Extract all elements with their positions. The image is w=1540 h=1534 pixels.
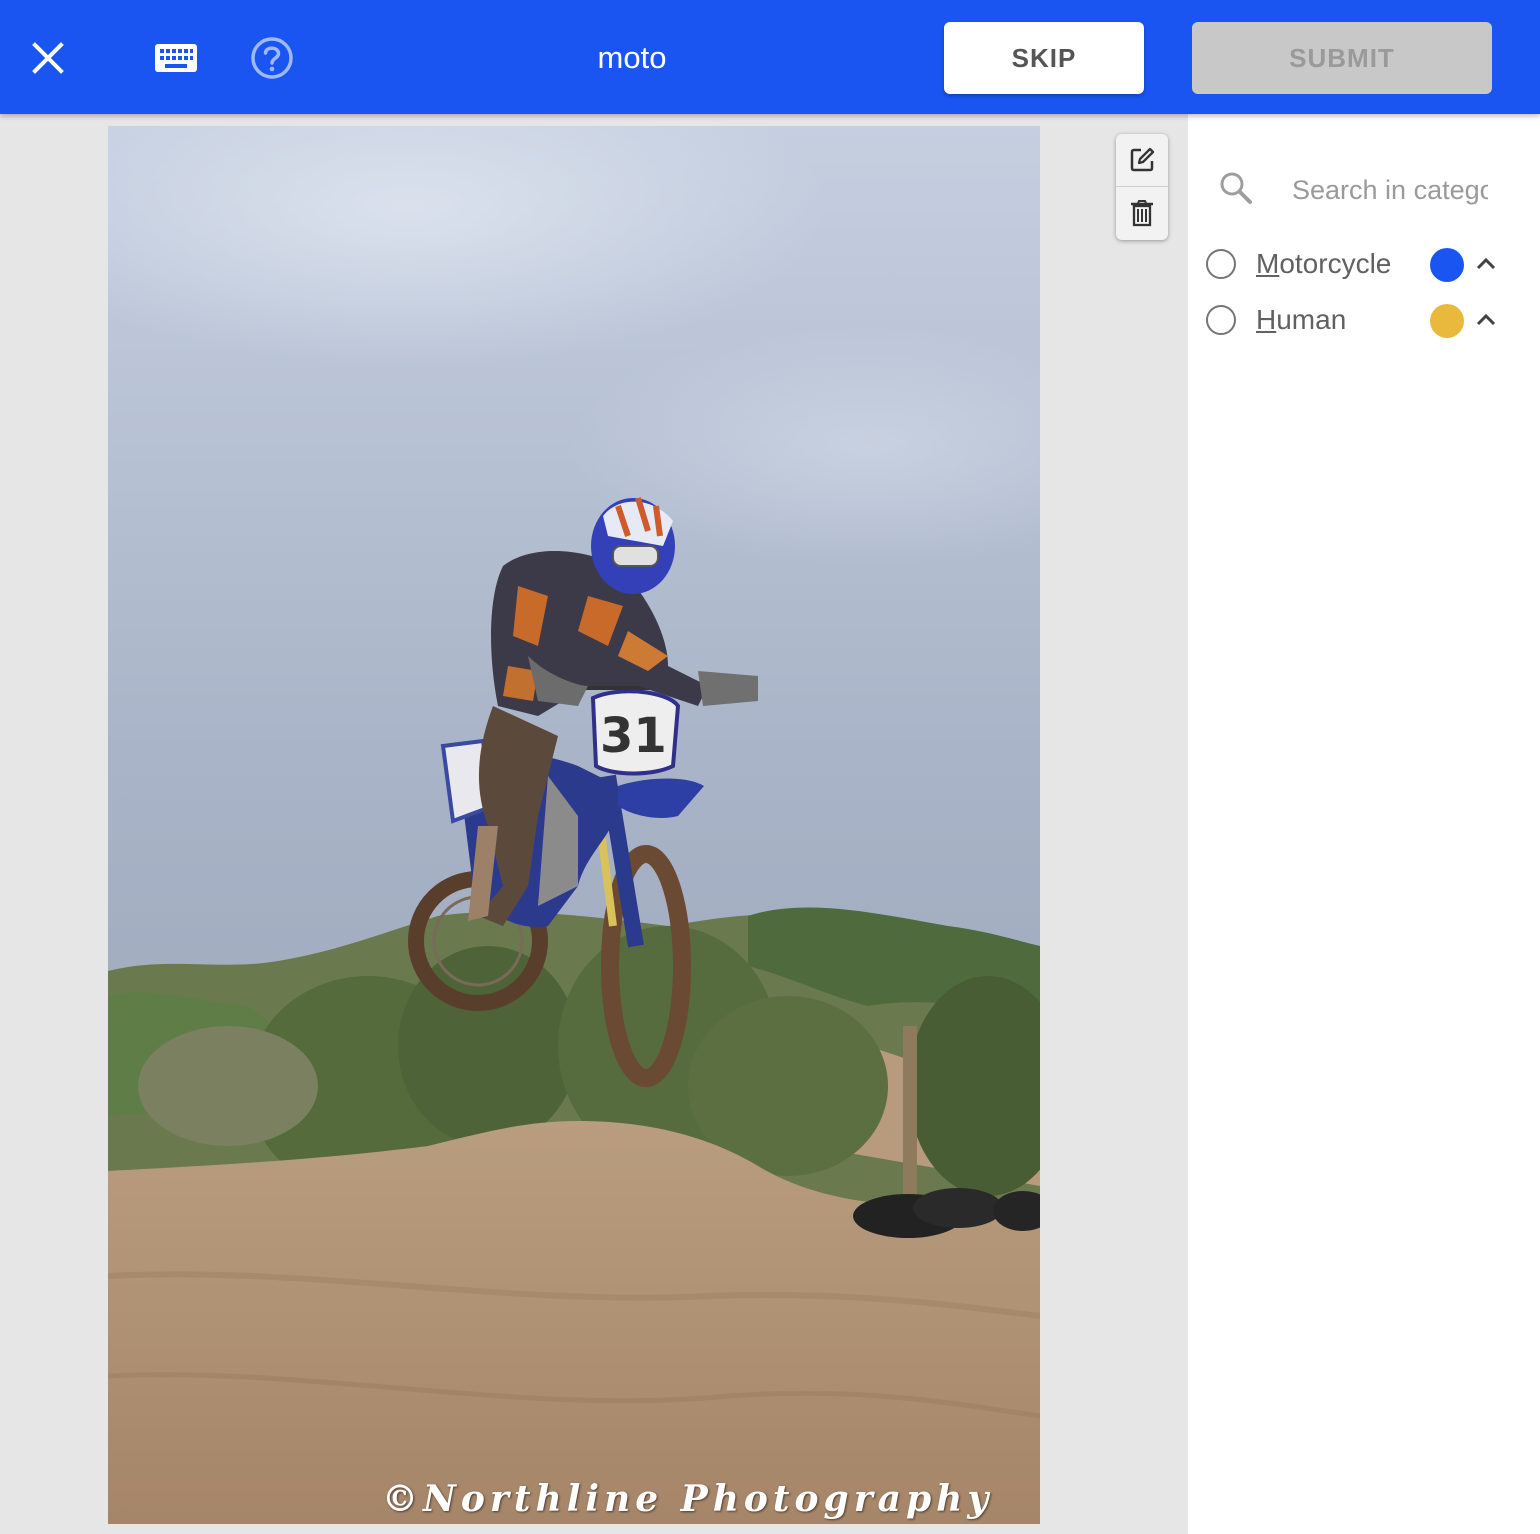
submit-button[interactable]: SUBMIT <box>1192 22 1492 94</box>
photo-watermark: ©Northline Photography <box>382 1478 994 1520</box>
keyboard-shortcuts-button[interactable] <box>150 36 202 80</box>
edit-icon <box>1130 147 1155 172</box>
annotation-tools <box>1116 134 1168 240</box>
chevron-up-icon[interactable] <box>1472 306 1500 334</box>
motocross-photo[interactable]: 31 ©Northline Photography <box>108 126 1040 1524</box>
search-icon <box>1220 172 1252 204</box>
trash-icon <box>1131 200 1153 227</box>
category-color-dot <box>1430 304 1464 338</box>
edit-button[interactable] <box>1116 134 1168 187</box>
top-bar: moto SKIP SUBMIT <box>0 0 1540 114</box>
category-label: Human <box>1256 303 1346 337</box>
category-label-rest: uman <box>1276 304 1347 335</box>
category-label-rest: otorcycle <box>1279 248 1392 279</box>
skip-button[interactable]: SKIP <box>944 22 1144 94</box>
delete-button[interactable] <box>1116 187 1168 239</box>
category-hotkey: H <box>1256 304 1277 335</box>
category-sidebar: Motorcycle Human <box>1188 114 1540 1534</box>
category-color-dot <box>1430 248 1464 282</box>
category-radio[interactable] <box>1206 249 1236 279</box>
category-label: Motorcycle <box>1256 247 1391 281</box>
close-icon <box>32 42 64 74</box>
plate-number: 31 <box>600 708 667 764</box>
category-item-motorcycle[interactable]: Motorcycle <box>1188 242 1540 290</box>
task-title: moto <box>597 40 667 75</box>
annotation-canvas[interactable]: 31 ©Northline Photography <box>0 114 1188 1534</box>
chevron-up-icon[interactable] <box>1472 250 1500 278</box>
close-button[interactable] <box>28 38 68 78</box>
category-search-input[interactable] <box>1292 168 1488 212</box>
category-item-human[interactable]: Human <box>1188 298 1540 346</box>
category-radio[interactable] <box>1206 305 1236 335</box>
help-icon <box>251 37 293 79</box>
keyboard-icon <box>155 44 197 72</box>
category-hotkey: M <box>1256 248 1280 279</box>
help-button[interactable] <box>248 34 296 82</box>
